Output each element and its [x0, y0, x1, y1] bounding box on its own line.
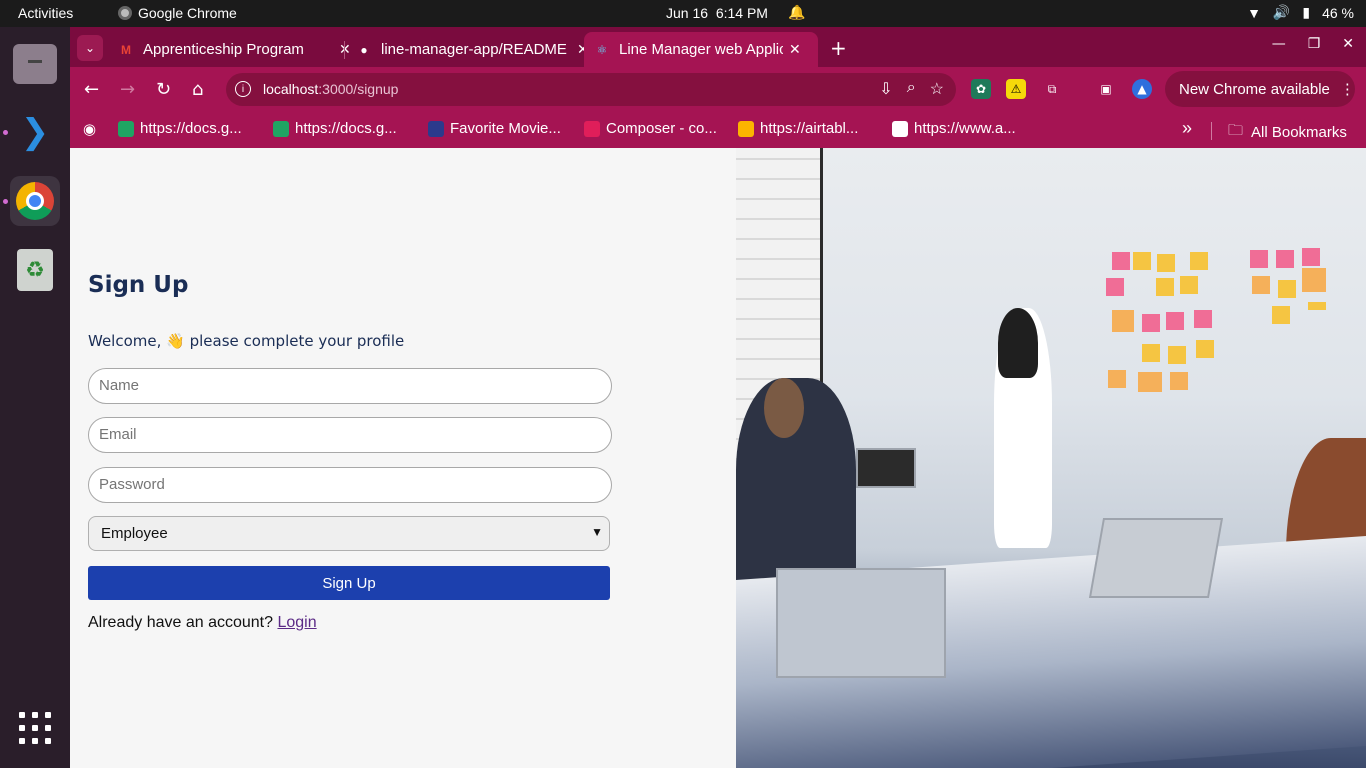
- activities-button[interactable]: Activities: [18, 5, 73, 21]
- more-menu-icon[interactable]: ⋮: [1340, 80, 1355, 98]
- omnibox-actions: ⇩ ⌕ ☆: [879, 79, 944, 99]
- folder-icon: 🗀: [1228, 122, 1244, 139]
- sheets-icon: [273, 120, 289, 137]
- maximize-icon[interactable]: ❐: [1308, 36, 1321, 52]
- dock-trash[interactable]: ♻: [10, 245, 60, 295]
- home-icon[interactable]: ⌂: [192, 79, 203, 100]
- zoom-icon[interactable]: ⌕: [907, 79, 916, 99]
- chevron-down-icon: ▼: [591, 525, 603, 539]
- tab-gmail[interactable]: M Apprenticeship Program ✕: [108, 32, 361, 67]
- site-icon: [892, 120, 908, 137]
- close-window-icon[interactable]: ✕: [1342, 36, 1354, 52]
- extension-icon[interactable]: ⚠: [1006, 79, 1026, 99]
- browser-window: ⌄ M Apprenticeship Program ✕ ● line-mana…: [70, 27, 1366, 768]
- login-link[interactable]: Login: [277, 614, 316, 631]
- name-input[interactable]: Name: [88, 368, 612, 404]
- dock: ❯ ♻: [0, 27, 70, 768]
- bookmark-item[interactable]: https://docs.g...: [273, 120, 397, 137]
- address-bar[interactable]: i localhost:3000/signup ⇩ ⌕ ☆: [226, 73, 956, 106]
- notification-bell-icon[interactable]: 🔔: [788, 4, 805, 21]
- system-top-bar: Activities Google Chrome Jun 16 6:14 PM …: [0, 0, 1366, 27]
- bookmark-star-icon[interactable]: ☆: [930, 79, 944, 99]
- bookmark-item[interactable]: https://www.a...: [892, 120, 1016, 137]
- running-indicator: [3, 130, 8, 135]
- hero-image: [736, 148, 1366, 768]
- window-controls: — ❐ ✕: [1272, 36, 1354, 52]
- slack-icon: [584, 120, 600, 137]
- github-icon: ●: [360, 42, 368, 57]
- side-panel-icon[interactable]: ▣: [1096, 79, 1116, 99]
- page-content: Sign Up Welcome, 👋 please complete your …: [70, 148, 1366, 768]
- role-selected-value: Employee: [101, 525, 168, 542]
- tab-title: Apprenticeship Program: [143, 41, 304, 58]
- bookmark-item[interactable]: Favorite Movie...: [428, 120, 561, 137]
- app-name: Google Chrome: [138, 5, 237, 21]
- date-text: Jun 16: [666, 5, 709, 21]
- react-icon: ⚛: [596, 42, 608, 57]
- login-prompt-text: Already have an account?: [88, 614, 274, 631]
- page-title: Sign Up: [88, 272, 189, 298]
- tab-title: Line Manager web Application: [619, 41, 783, 58]
- minimize-icon[interactable]: —: [1272, 36, 1286, 52]
- chrome-icon: [16, 182, 54, 220]
- bookmark-item[interactable]: Composer - co...: [584, 120, 717, 137]
- vscode-icon: ❯: [20, 112, 50, 152]
- close-icon[interactable]: ✕: [789, 41, 801, 58]
- toolbar: ← → ↻ ⌂ i localhost:3000/signup ⇩ ⌕ ☆ ✿ …: [70, 67, 1366, 112]
- more-bookmarks-icon[interactable]: »: [1182, 118, 1192, 139]
- app-menu[interactable]: Google Chrome: [118, 5, 237, 21]
- tab-search-button[interactable]: ⌄: [77, 35, 103, 61]
- url-text: localhost:3000/signup: [263, 81, 399, 97]
- time-text: 6:14 PM: [715, 5, 768, 21]
- bookmarks-bar: ◉ https://docs.g... https://docs.g... Fa…: [70, 112, 1366, 148]
- battery-icon: ▮: [1302, 4, 1311, 20]
- role-select[interactable]: Employee ▼: [88, 516, 610, 551]
- new-chrome-label: New Chrome available: [1179, 80, 1330, 98]
- profile-avatar-icon[interactable]: ▲: [1132, 79, 1152, 99]
- new-chrome-button[interactable]: New Chrome available ⋮: [1165, 71, 1355, 107]
- clock[interactable]: Jun 16 6:14 PM: [666, 5, 768, 21]
- forward-icon[interactable]: →: [120, 79, 135, 100]
- new-tab-icon[interactable]: +: [830, 36, 847, 60]
- chrome-small-icon: [118, 6, 132, 20]
- running-indicator: [3, 199, 8, 204]
- tab-line-manager[interactable]: ⚛ Line Manager web Application ✕: [584, 32, 818, 67]
- install-app-icon[interactable]: ⇩: [879, 79, 892, 99]
- tab-bar: ⌄ M Apprenticeship Program ✕ ● line-mana…: [70, 27, 1366, 67]
- welcome-text: Welcome, 👋 please complete your profile: [88, 332, 405, 350]
- trash-icon: ♻: [17, 249, 53, 291]
- volume-icon: 🔊: [1272, 4, 1291, 20]
- gmail-icon: M: [121, 42, 131, 57]
- email-input[interactable]: Email: [88, 417, 612, 453]
- movie-icon: [428, 120, 444, 137]
- tab-title: line-manager-app/README: [381, 41, 567, 58]
- wifi-icon: ▼: [1247, 4, 1261, 21]
- site-info-icon[interactable]: i: [235, 81, 251, 97]
- globe-icon[interactable]: ◉: [83, 120, 96, 138]
- dock-files[interactable]: [10, 39, 60, 89]
- all-bookmarks[interactable]: 🗀 All Bookmarks: [1228, 120, 1347, 145]
- bookmark-item[interactable]: https://docs.g...: [118, 120, 242, 137]
- password-input[interactable]: Password: [88, 467, 612, 503]
- files-icon: [13, 44, 57, 84]
- dock-chrome[interactable]: [10, 176, 60, 226]
- bookmark-item[interactable]: https://airtabl...: [738, 120, 858, 137]
- chatgpt-extension-icon[interactable]: ✿: [971, 79, 991, 99]
- back-icon[interactable]: ←: [84, 79, 99, 100]
- airtable-icon: [738, 120, 754, 137]
- reload-icon[interactable]: ↻: [156, 79, 171, 100]
- tab-github[interactable]: ● line-manager-app/README ✕: [346, 32, 599, 67]
- sign-up-button[interactable]: Sign Up: [88, 566, 610, 600]
- show-apps-icon[interactable]: [19, 712, 51, 744]
- dock-vscode[interactable]: ❯: [10, 107, 60, 157]
- system-tray[interactable]: ▼ 🔊 ▮ 46 %: [1247, 4, 1354, 21]
- sheets-icon: [118, 120, 134, 137]
- login-prompt: Already have an account? Login: [88, 614, 317, 632]
- extensions-puzzle-icon[interactable]: ⧉: [1042, 79, 1062, 99]
- battery-percent: 46 %: [1322, 4, 1354, 21]
